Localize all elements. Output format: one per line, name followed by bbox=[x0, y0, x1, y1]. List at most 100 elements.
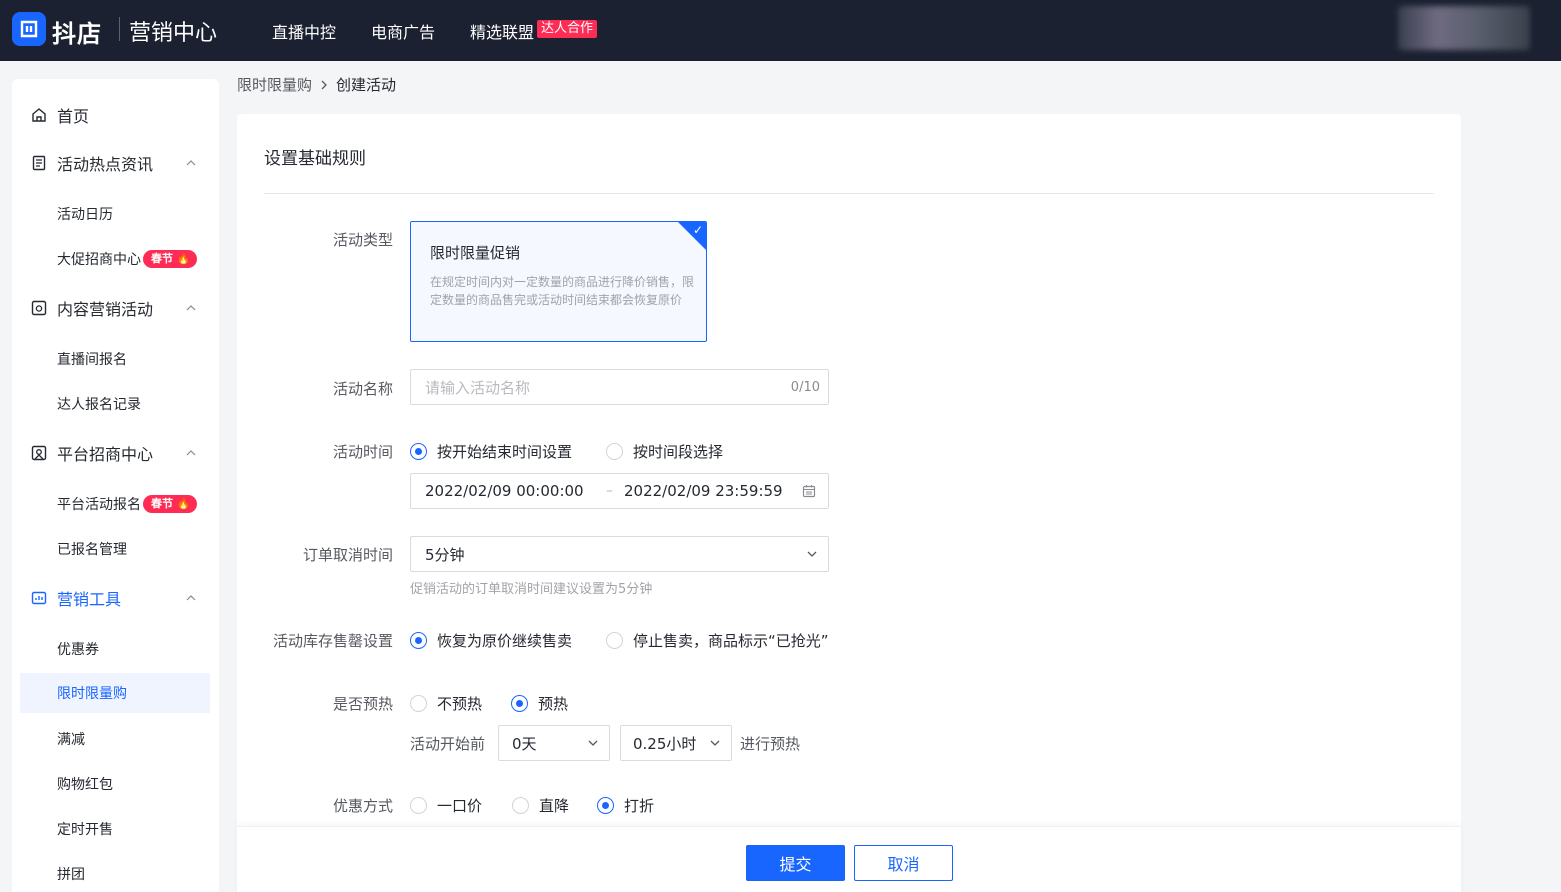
date-end-value[interactable]: 2022/02/09 23:59:59 bbox=[624, 482, 783, 500]
radio-time-by-start-end[interactable]: 按开始结束时间设置 bbox=[410, 441, 572, 462]
activity-type-card-selected[interactable]: ✓ 限时限量促销 在规定时间内对一定数量的商品进行降价销售，限定数量的商品售完或… bbox=[410, 221, 707, 342]
preheat-days-value: 0天 bbox=[512, 734, 537, 753]
activity-name-label: 活动名称 bbox=[332, 380, 393, 398]
sidebar-item-label: 购物红包 bbox=[57, 777, 113, 793]
radio-discount[interactable]: 打折 bbox=[597, 795, 654, 816]
sidebar-item-platform-signup[interactable]: 平台活动报名 春节 🔥 bbox=[12, 484, 219, 524]
sidebar-item-flash-sale[interactable]: 限时限量购 bbox=[20, 673, 210, 713]
sidebar: 首页 活动热点资讯 活动日历 大促招商中心 春节 🔥 内容营销活动 直播间报名 … bbox=[12, 79, 219, 892]
radio-fixed-price[interactable]: 一口价 bbox=[410, 795, 482, 816]
sidebar-item-creator-signup-records[interactable]: 达人报名记录 bbox=[12, 384, 219, 424]
preheat-hours-value: 0.25小时 bbox=[633, 734, 697, 753]
action-footer: 提交 取消 bbox=[237, 826, 1461, 892]
radio-label: 停止售卖，商品标示“已抢光” bbox=[633, 632, 829, 650]
sidebar-item-shopping-red-packet[interactable]: 购物红包 bbox=[12, 764, 219, 804]
sidebar-item-full-reduction[interactable]: 满减 bbox=[12, 719, 219, 759]
radio-dot-checked bbox=[410, 632, 427, 649]
radio-label: 直降 bbox=[539, 797, 570, 815]
nav-selected-alliance[interactable]: 精选联盟 bbox=[470, 19, 534, 43]
sidebar-item-live-signup[interactable]: 直播间报名 bbox=[12, 339, 219, 379]
radio-dot bbox=[606, 632, 623, 649]
cancel-button[interactable]: 取消 bbox=[854, 845, 953, 881]
sidebar-group-label: 营销工具 bbox=[57, 590, 122, 609]
sidebar-item-group-buy[interactable]: 拼团 bbox=[12, 854, 219, 892]
breadcrumb-parent[interactable]: 限时限量购 bbox=[237, 74, 312, 95]
document-icon bbox=[31, 155, 47, 171]
sidebar-item-label: 定时开售 bbox=[57, 822, 113, 838]
radio-dot bbox=[410, 797, 427, 814]
sidebar-item-promo-center[interactable]: 大促招商中心 春节 🔥 bbox=[12, 239, 219, 279]
sidebar-group-activity-news[interactable]: 活动热点资讯 bbox=[12, 141, 219, 185]
nav-ecommerce-ads[interactable]: 电商广告 bbox=[371, 19, 435, 43]
brand-name[interactable]: 抖店 bbox=[52, 14, 102, 49]
radio-direct-reduction[interactable]: 直降 bbox=[512, 795, 569, 816]
douyin-shop-logo-icon[interactable] bbox=[12, 12, 46, 46]
tools-chart-icon bbox=[31, 590, 47, 606]
sidebar-group-content-marketing[interactable]: 内容营销活动 bbox=[12, 286, 219, 330]
preheat-suffix: 进行预热 bbox=[740, 735, 801, 753]
sidebar-item-scheduled-sale[interactable]: 定时开售 bbox=[12, 809, 219, 849]
activity-name-counter: 0/10 bbox=[790, 379, 820, 395]
nav-live-control[interactable]: 直播中控 bbox=[272, 19, 336, 43]
preheat-days-select[interactable]: 0天 bbox=[498, 725, 610, 761]
radio-label: 按时间段选择 bbox=[633, 443, 724, 461]
order-cancel-value: 5分钟 bbox=[425, 545, 465, 564]
breadcrumb: 限时限量购 创建活动 bbox=[237, 74, 396, 95]
sidebar-item-label: 平台活动报名 bbox=[57, 497, 141, 513]
preheat-hours-select[interactable]: 0.25小时 bbox=[620, 725, 732, 761]
chevron-down-icon bbox=[588, 740, 598, 746]
spring-festival-badge: 春节 🔥 bbox=[143, 495, 197, 513]
stock-out-label: 活动库存售罄设置 bbox=[272, 632, 393, 650]
sidebar-group-platform-recruit[interactable]: 平台招商中心 bbox=[12, 431, 219, 475]
chevron-right-icon bbox=[321, 80, 327, 89]
sidebar-group-label: 活动热点资讯 bbox=[57, 155, 154, 174]
submit-button[interactable]: 提交 bbox=[746, 845, 845, 881]
home-icon bbox=[31, 107, 47, 123]
radio-label: 一口价 bbox=[437, 797, 483, 815]
preheat-label: 是否预热 bbox=[332, 695, 393, 713]
radio-dot-checked bbox=[511, 695, 528, 712]
radio-preheat[interactable]: 预热 bbox=[511, 693, 568, 714]
activity-name-input[interactable]: 请输入活动名称 0/10 bbox=[410, 369, 829, 405]
order-cancel-select[interactable]: 5分钟 bbox=[410, 536, 829, 572]
activity-type-title: 限时限量促销 bbox=[430, 244, 521, 262]
sidebar-item-label: 大促招商中心 bbox=[57, 252, 141, 268]
radio-dot-checked bbox=[597, 797, 614, 814]
sidebar-item-label: 满减 bbox=[57, 732, 85, 748]
sidebar-item-coupons[interactable]: 优惠券 bbox=[12, 629, 219, 669]
chevron-up-icon bbox=[186, 305, 196, 311]
sidebar-home-label: 首页 bbox=[57, 107, 90, 126]
radio-dot bbox=[512, 797, 529, 814]
activity-name-placeholder: 请输入活动名称 bbox=[425, 378, 531, 397]
date-start-value[interactable]: 2022/02/09 00:00:00 bbox=[425, 482, 584, 500]
chevron-up-icon bbox=[186, 595, 196, 601]
top-bar: 抖店 营销中心 直播中控 电商广告 精选联盟 达人合作 bbox=[0, 0, 1561, 61]
activity-type-label: 活动类型 bbox=[332, 231, 393, 249]
sidebar-item-label: 活动日历 bbox=[57, 207, 113, 223]
chevron-down-icon bbox=[807, 551, 817, 557]
date-range-separator: – bbox=[606, 483, 613, 499]
sidebar-item-activity-calendar[interactable]: 活动日历 bbox=[12, 194, 219, 234]
sidebar-item-home[interactable]: 首页 bbox=[12, 93, 219, 137]
date-range-picker[interactable]: 2022/02/09 00:00:00 – 2022/02/09 23:59:5… bbox=[410, 473, 829, 509]
nav-badge-creator-cooperation: 达人合作 bbox=[537, 20, 598, 38]
divider bbox=[264, 193, 1434, 194]
sidebar-item-label: 限时限量购 bbox=[57, 686, 127, 702]
section-title: 设置基础规则 bbox=[264, 149, 366, 169]
sidebar-group-marketing-tools[interactable]: 营销工具 bbox=[12, 576, 219, 620]
sidebar-item-signed-up-management[interactable]: 已报名管理 bbox=[12, 529, 219, 569]
radio-dot bbox=[606, 443, 623, 460]
radio-no-preheat[interactable]: 不预热 bbox=[410, 693, 482, 714]
order-cancel-hint: 促销活动的订单取消时间建议设置为5分钟 bbox=[410, 582, 653, 597]
radio-restore-original-price[interactable]: 恢复为原价继续售卖 bbox=[410, 630, 572, 651]
spring-festival-badge: 春节 🔥 bbox=[143, 250, 197, 268]
breadcrumb-current: 创建活动 bbox=[336, 76, 397, 94]
discount-method-label: 优惠方式 bbox=[332, 797, 393, 815]
radio-stop-selling[interactable]: 停止售卖，商品标示“已抢光” bbox=[606, 630, 829, 651]
radio-time-by-period[interactable]: 按时间段选择 bbox=[606, 441, 723, 462]
radio-dot-checked bbox=[410, 443, 427, 460]
user-avatar[interactable] bbox=[1398, 6, 1530, 50]
calendar-icon[interactable] bbox=[802, 484, 816, 498]
check-icon: ✓ bbox=[692, 223, 703, 237]
radio-dot bbox=[410, 695, 427, 712]
